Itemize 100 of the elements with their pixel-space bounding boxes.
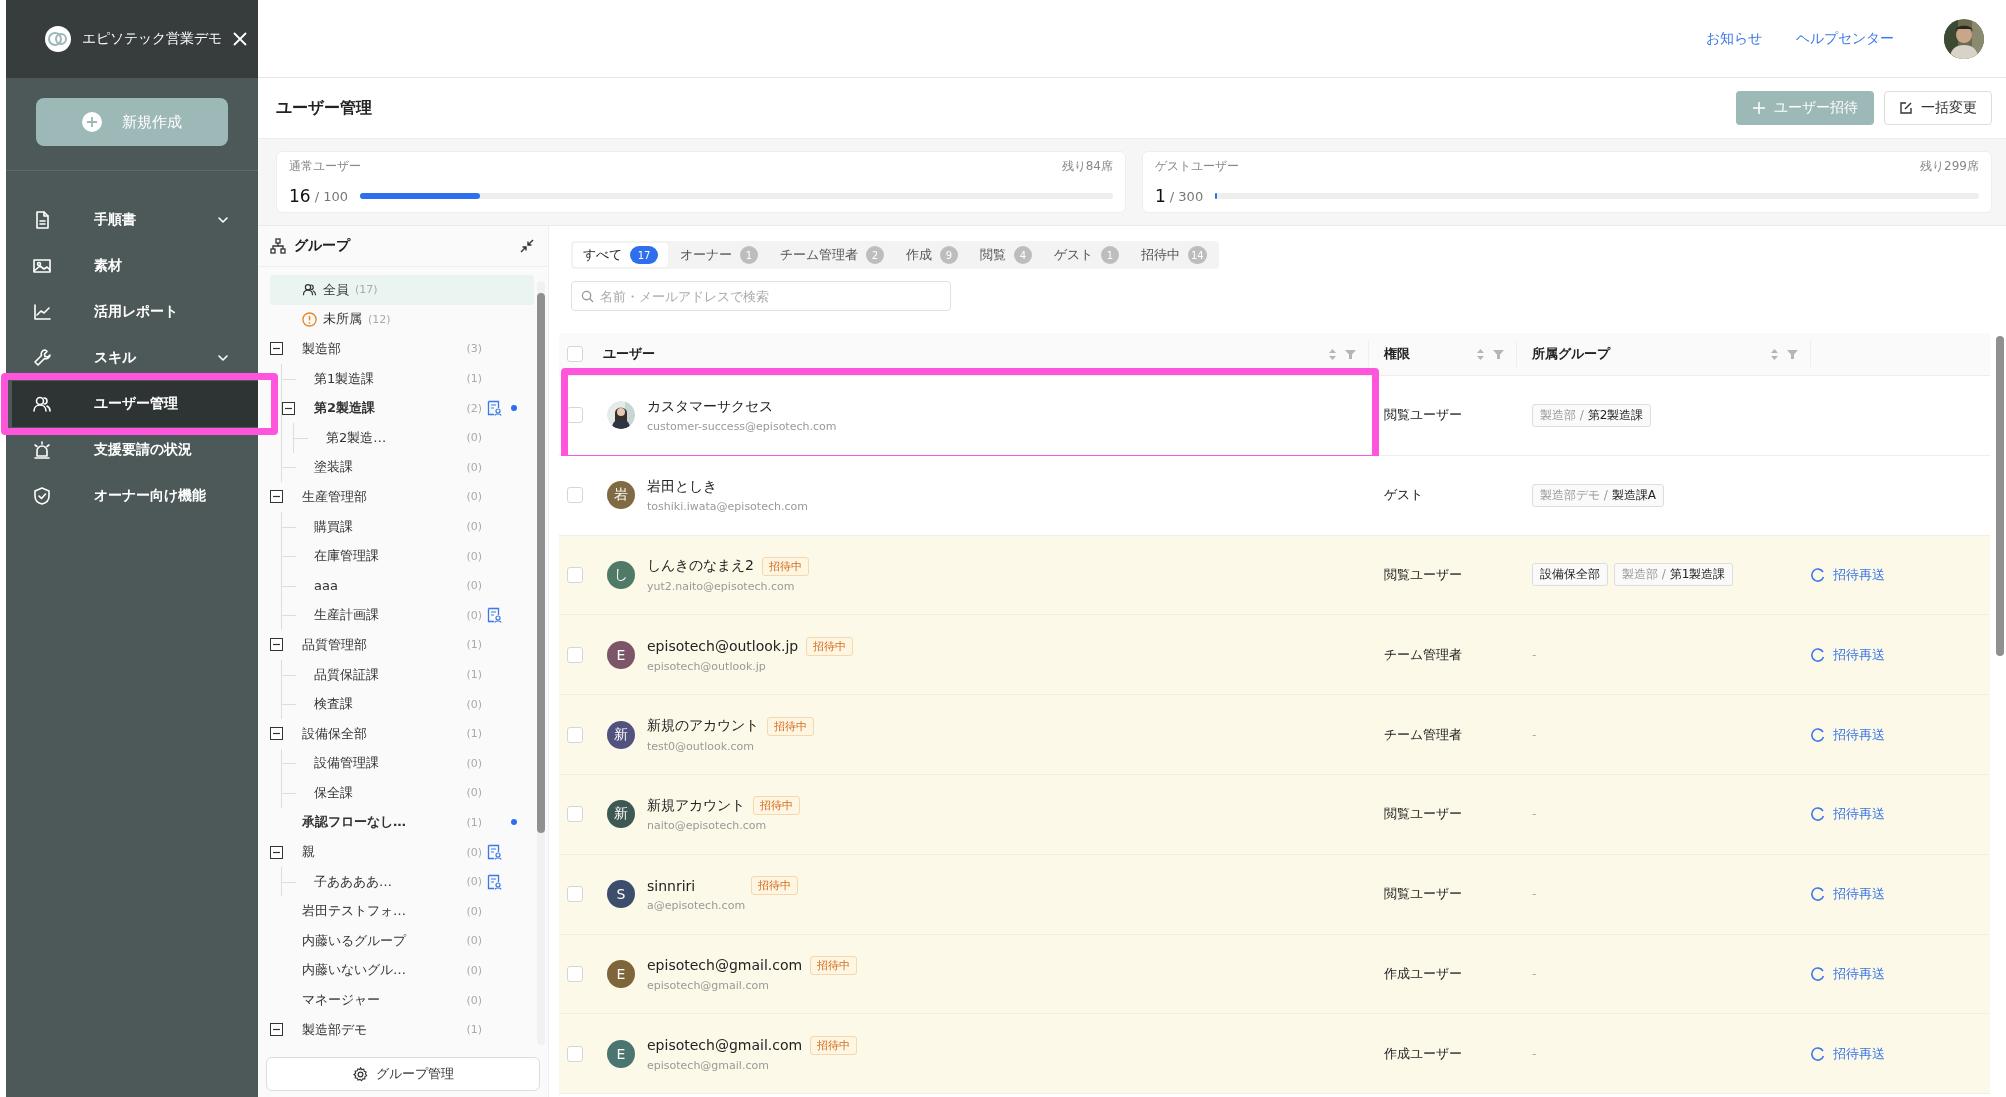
collapse-icon[interactable] (520, 239, 534, 253)
nav-item[interactable]: 活用レポート (12, 289, 258, 335)
group-name: 第2製造… (326, 428, 388, 447)
filter-tab[interactable]: ゲスト 1 (1044, 243, 1129, 267)
checkbox[interactable] (567, 487, 583, 504)
tree-item[interactable]: 購買課 (0) (282, 511, 534, 542)
resend-link[interactable]: 招待再送 (1811, 964, 1885, 983)
tree-item[interactable]: 設備管理課 (0) (282, 748, 534, 779)
filter-tab[interactable]: オーナー 1 (670, 243, 768, 267)
collapse-toggle-icon[interactable] (270, 727, 283, 741)
group-name: 親 (302, 843, 316, 862)
resend-link[interactable]: 招待再送 (1811, 566, 1885, 584)
tree-item[interactable]: 第2製造… (0) (294, 422, 534, 453)
member-count: (0) (465, 963, 482, 977)
member-count: (0) (465, 786, 482, 800)
tree-item[interactable]: 在庫管理課 (0) (282, 541, 534, 571)
tree-item[interactable]: 品質管理部 (1) (270, 630, 534, 660)
scrollbar[interactable] (537, 281, 545, 1045)
nav-item[interactable]: 手順書 (12, 197, 258, 243)
sort-icon[interactable] (1328, 347, 1337, 361)
checkbox[interactable] (567, 726, 583, 743)
nav-item[interactable]: ユーザー管理 (12, 381, 258, 427)
collapse-toggle-icon[interactable] (270, 638, 283, 652)
close-icon[interactable] (232, 31, 248, 47)
tree-item[interactable]: 未所属 (12) (270, 304, 534, 335)
collapse-toggle-icon[interactable] (270, 490, 283, 504)
checkbox[interactable] (567, 806, 583, 823)
tree-item[interactable]: 子ああああ… (0) (282, 866, 534, 897)
nav-item[interactable]: オーナー向け機能 (12, 473, 258, 519)
group-name: 第1製造課 (314, 369, 376, 388)
group-name: aaa (314, 578, 339, 594)
checkbox[interactable] (567, 1045, 583, 1062)
avatar: S (607, 880, 635, 909)
tree-item[interactable]: 設備保全部 (1) (270, 718, 534, 749)
user-name: episotech@gmail.com (647, 957, 803, 974)
collapse-toggle-icon[interactable] (270, 845, 283, 859)
group-name: 製造部デモ (302, 1020, 368, 1039)
tree-item[interactable]: 生産管理部 (0) (270, 482, 534, 512)
plus-icon (1752, 101, 1766, 115)
tree-item[interactable]: 生産計画課 (0) (282, 600, 534, 631)
collapse-toggle-icon[interactable] (270, 342, 283, 356)
bulk-edit-button[interactable]: 一括変更 (1884, 91, 1992, 125)
tree-item[interactable]: 製造部デモ (1) (270, 1014, 534, 1045)
group-name: 生産管理部 (302, 487, 368, 506)
header-link[interactable]: ヘルプセンター (1796, 29, 1894, 48)
filter-icon[interactable] (1345, 348, 1356, 360)
tree-item[interactable]: 承認フローなし… (1) (270, 807, 534, 838)
avatar: E (607, 640, 635, 669)
search-field[interactable]: 名前・メールアドレスで検索 (571, 281, 951, 311)
tree-item[interactable]: aaa (0) (282, 570, 534, 601)
refresh-icon (1811, 647, 1825, 662)
filter-tab[interactable]: 招待中 14 (1131, 243, 1217, 267)
tree-item[interactable]: 岩田テストフォ… (0) (270, 896, 534, 927)
user-email: yut2.naito@episotech.com (647, 580, 796, 593)
checkbox[interactable] (567, 567, 583, 583)
user-email: customer-success@episotech.com (647, 419, 837, 433)
tree-item[interactable]: 保全課 (0) (282, 778, 534, 808)
filter-tab[interactable]: 閲覧 4 (970, 243, 1042, 267)
resend-link[interactable]: 招待再送 (1811, 645, 1885, 664)
filter-icon[interactable] (1787, 348, 1798, 360)
checkbox[interactable] (567, 886, 583, 903)
filter-icon[interactable] (1493, 348, 1504, 360)
avatar: し (607, 561, 635, 589)
tree-item[interactable]: 第2製造課 (2) (282, 393, 534, 423)
checkbox[interactable] (567, 965, 583, 982)
filter-tab[interactable]: すべて 17 (573, 243, 668, 267)
tree-item[interactable]: マネージャー (0) (270, 985, 534, 1015)
group-name: 子ああああ… (314, 872, 393, 891)
filter-tab[interactable]: チーム管理者 2 (770, 243, 894, 267)
checkbox[interactable] (567, 646, 583, 663)
sort-icon[interactable] (1770, 347, 1779, 361)
member-count: (0) (465, 608, 482, 622)
group-manage-button[interactable]: グループ管理 (266, 1057, 540, 1091)
collapse-toggle-icon[interactable] (282, 401, 295, 415)
tree-item[interactable]: 塗装課 (0) (282, 452, 534, 483)
user-name: 新規アカウント (647, 796, 745, 815)
tree-item[interactable]: 内藤いるグループ (0) (270, 926, 534, 956)
tree-item[interactable]: 親 (0) (270, 837, 534, 867)
user-email: toshiki.iwata@episotech.com (647, 499, 808, 513)
tree-item[interactable]: 第1製造課 (1) (282, 363, 534, 394)
nav-item[interactable]: 素材 (12, 243, 258, 289)
resend-link[interactable]: 招待再送 (1811, 725, 1885, 744)
header-link[interactable]: お知らせ (1706, 29, 1762, 48)
tree-item[interactable]: 品質保証課 (1) (282, 659, 534, 690)
group-name: 第2製造課 (314, 399, 377, 418)
nav-item[interactable]: スキル (12, 335, 258, 381)
tree-item[interactable]: 内藤いないグル… (0) (270, 955, 534, 986)
nav-item[interactable]: 支援要請の状況 (12, 427, 258, 473)
group-name: 設備保全部 (302, 724, 368, 743)
tree-item[interactable]: 製造部 (3) (270, 334, 534, 364)
resend-link[interactable]: 招待再送 (1811, 1044, 1885, 1063)
tree-item[interactable]: 全員 (17) (270, 275, 534, 305)
sort-icon[interactable] (1476, 347, 1485, 361)
group-name: 検査課 (314, 695, 354, 714)
resend-link[interactable]: 招待再送 (1811, 885, 1885, 904)
resend-link[interactable]: 招待再送 (1811, 805, 1885, 824)
collapse-toggle-icon[interactable] (270, 1023, 283, 1037)
filter-tab[interactable]: 作成 9 (896, 243, 968, 267)
checkbox[interactable] (567, 346, 583, 362)
tree-item[interactable]: 検査課 (0) (282, 689, 534, 719)
